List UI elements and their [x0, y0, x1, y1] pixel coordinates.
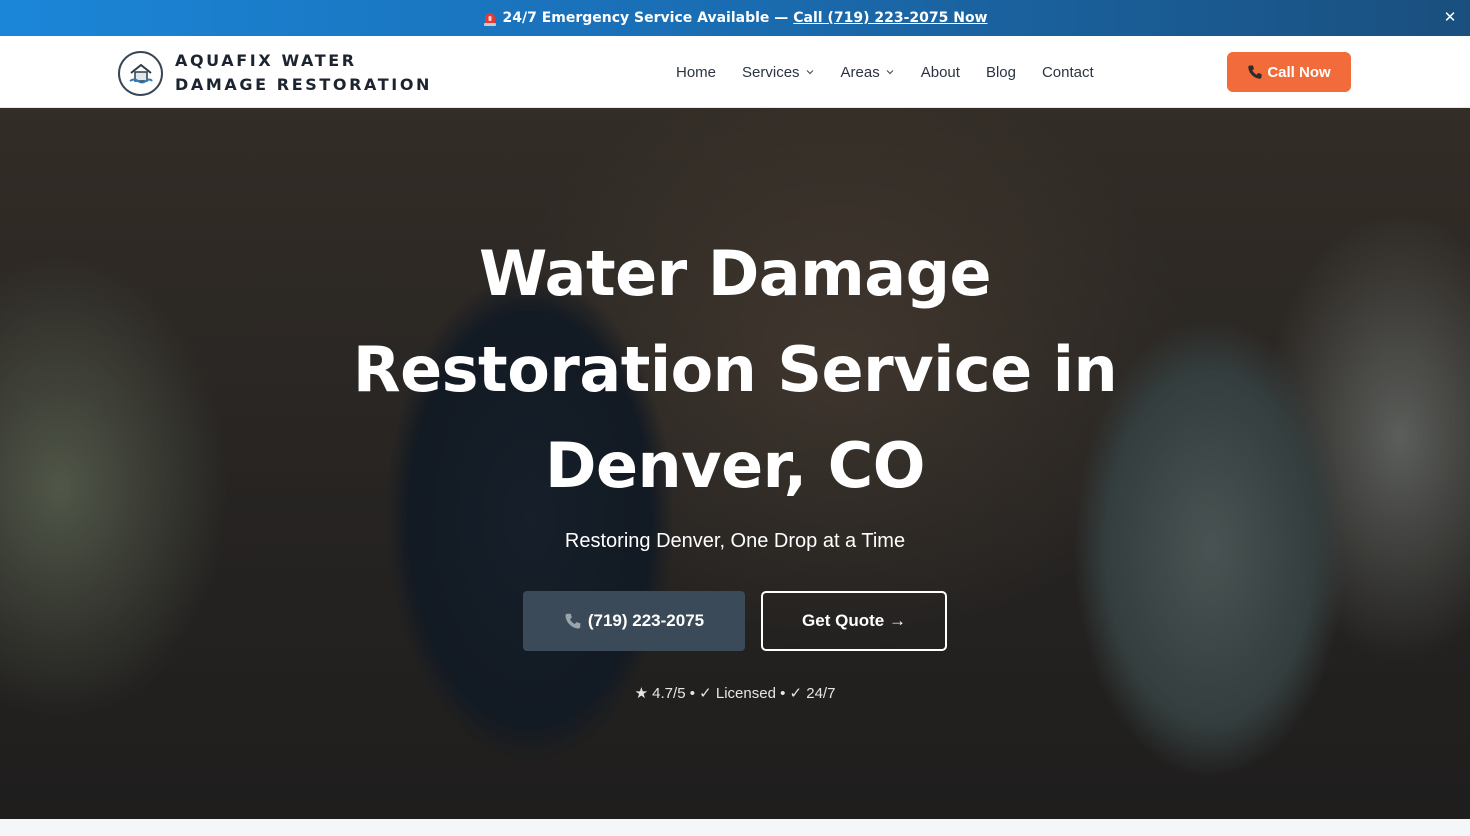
hero-section: Water Damage Restoration Service in Denv…	[0, 108, 1470, 819]
emergency-banner: 24/7 Emergency Service Available — Call …	[0, 0, 1470, 36]
hero-title: Water Damage Restoration Service in Denv…	[352, 237, 1118, 502]
main-navbar: AQUAFIX WATER DAMAGE RESTORATION Home Se…	[0, 36, 1470, 108]
nav-blog-label: Blog	[985, 63, 1016, 81]
nav-about[interactable]: About	[921, 64, 960, 81]
call-now-button[interactable]: Call Now	[1227, 52, 1351, 92]
next-section-edge	[0, 819, 1470, 836]
banner-call-link[interactable]: Call (719) 223-2075 Now	[793, 10, 987, 26]
brand-name: AQUAFIX WATER DAMAGE RESTORATION	[175, 51, 433, 94]
close-icon[interactable]: ✕	[1442, 9, 1458, 25]
chevron-down-icon	[886, 70, 894, 75]
chevron-down-icon	[806, 70, 813, 75]
nav-contact[interactable]: Contact	[1042, 64, 1094, 81]
nav-about-label: About	[920, 63, 960, 81]
nav-services[interactable]: Services	[742, 64, 815, 81]
nav-blog[interactable]: Blog	[986, 64, 1016, 81]
call-now-label: Call Now	[1267, 63, 1331, 81]
trust-badges: ★ 4.7/5 • ✓ Licensed • ✓ 24/7	[634, 685, 836, 702]
phone-icon	[565, 613, 581, 629]
nav-home-label: Home	[676, 63, 717, 81]
hero-phone-button[interactable]: (719) 223-2075	[523, 591, 745, 651]
get-quote-button[interactable]: Get Quote →	[761, 591, 947, 651]
phone-icon	[1248, 65, 1262, 79]
get-quote-label: Get Quote →	[802, 611, 906, 630]
nav-areas-label: Areas	[840, 63, 880, 81]
siren-icon	[483, 11, 497, 27]
nav-services-label: Services	[742, 63, 800, 81]
nav-contact-label: Contact	[1041, 63, 1094, 81]
banner-text: 24/7 Emergency Service Available —	[502, 10, 789, 26]
house-water-logo-icon	[118, 50, 163, 96]
primary-menu: Home Services Areas About Blog Contact	[676, 36, 1120, 108]
hero-subtitle: Restoring Denver, One Drop at a Time	[564, 530, 906, 552]
nav-home[interactable]: Home	[676, 64, 716, 81]
hero-phone-label: (719) 223-2075	[587, 611, 705, 630]
nav-areas[interactable]: Areas	[841, 64, 895, 81]
brand[interactable]: AQUAFIX WATER DAMAGE RESTORATION	[118, 49, 445, 97]
